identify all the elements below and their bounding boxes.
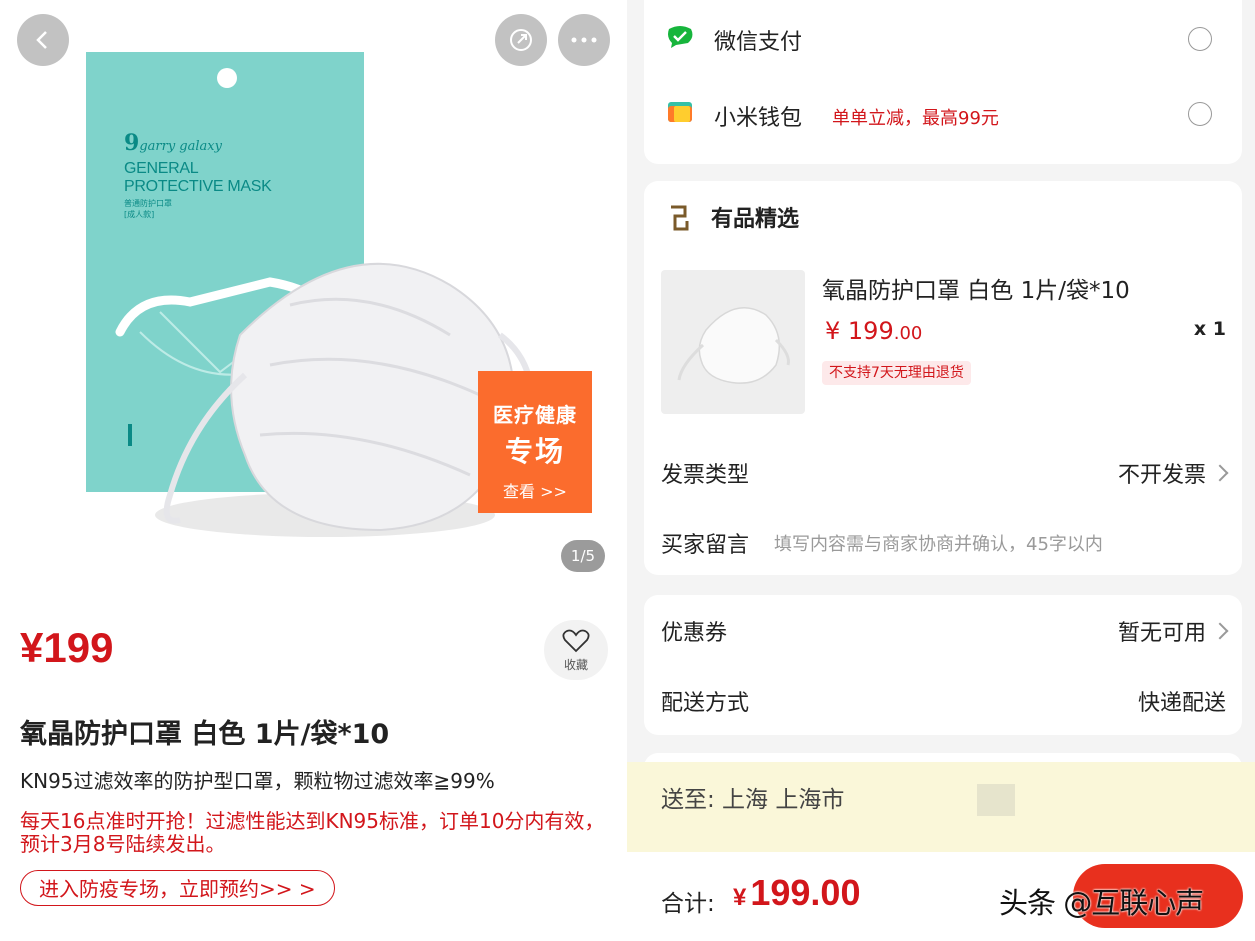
- badge-line1: 医疗健康: [493, 403, 577, 427]
- ship-to-address: 送至: 上海 上海市: [661, 787, 845, 813]
- total-label: 合计:: [661, 891, 715, 917]
- ship-to-bar[interactable]: 送至: 上海 上海市: [627, 762, 1255, 852]
- redacted-block: [977, 784, 1015, 816]
- package-title: GENERAL PROTECTIVE MASK: [124, 160, 272, 195]
- order-item-quantity: x 1: [1193, 318, 1226, 340]
- mi-wallet-promo: 单单立减，最高99元: [832, 108, 999, 129]
- invoice-label: 发票类型: [661, 463, 750, 488]
- checkout-panel: 微信支付 小米钱包 单单立减，最高99元 有品精选 氧晶防护口罩 白色 1片/袋…: [627, 0, 1255, 941]
- coupon-delivery-card: 优惠券 暂无可用 配送方式 快递配送: [644, 595, 1242, 735]
- product-description: KN95过滤效率的防护型口罩，颗粒物过滤效率≧99%: [20, 769, 495, 793]
- delivery-row: 配送方式 快递配送: [644, 673, 1242, 727]
- favorite-button[interactable]: 收藏: [544, 620, 608, 680]
- badge-line2: 专场: [504, 435, 565, 468]
- buyer-message-input[interactable]: 填写内容需与商家协商并确认，45字以内: [774, 530, 1103, 556]
- order-item-title: 氧晶防护口罩 白色 1片/袋*10: [822, 278, 1130, 304]
- payment-label: 微信支付: [714, 30, 803, 55]
- favorite-label: 收藏: [563, 658, 588, 672]
- payment-option-wechat[interactable]: 微信支付: [644, 0, 1242, 74]
- chevron-left-icon: [36, 31, 47, 49]
- share-icon: [510, 29, 532, 51]
- coupon-row[interactable]: 优惠券 暂无可用: [644, 603, 1242, 657]
- buyer-message-label: 买家留言: [661, 533, 750, 558]
- checkout-bar: 合计: ¥199.00 头条 @互联心声: [627, 852, 1255, 941]
- product-price: ¥199: [20, 624, 114, 671]
- watermark-text: 头条 @互联心声: [999, 886, 1204, 920]
- order-card: 有品精选 氧晶防护口罩 白色 1片/袋*10 ¥ 199.00 x 1 不支持7…: [644, 181, 1242, 575]
- package-stripe: [128, 424, 132, 446]
- youpin-store-icon: [671, 205, 689, 231]
- medical-health-badge[interactable]: 医疗健康 专场 查看 >>: [478, 371, 592, 513]
- package-subtitle: 普通防护口罩 [成人款]: [124, 199, 172, 219]
- chevron-right-icon: [1211, 622, 1229, 640]
- mi-wallet-radio[interactable]: [1188, 102, 1212, 126]
- image-pager: 1/5: [561, 540, 605, 572]
- delivery-value: 快递配送: [1137, 691, 1226, 716]
- payment-methods-card: 微信支付 小米钱包 单单立减，最高99元: [644, 0, 1242, 164]
- mask-thumbnail-image: [677, 307, 790, 384]
- wechat-radio[interactable]: [1188, 27, 1212, 51]
- more-dots-icon: [571, 37, 597, 43]
- invoice-value: 不开发票: [1118, 457, 1229, 489]
- mi-wallet-icon: [668, 102, 692, 122]
- product-thumbnail[interactable]: [661, 270, 805, 414]
- heart-icon: [562, 629, 590, 653]
- package-hang-hole: [217, 68, 237, 88]
- payment-label: 小米钱包: [714, 106, 803, 131]
- promo-text: 每天16点准时开抢！过滤性能达到KN95标准，订单10分内有效，预计3月8号陆续…: [20, 809, 605, 856]
- coupon-label: 优惠券: [661, 621, 728, 646]
- share-button[interactable]: [495, 14, 547, 66]
- no-return-tag: 不支持7天无理由退货: [822, 361, 971, 385]
- back-button[interactable]: [17, 14, 69, 66]
- wechat-pay-icon: [668, 26, 693, 48]
- payment-option-mi-wallet[interactable]: 小米钱包 单单立减，最高99元: [644, 74, 1242, 148]
- product-gallery[interactable]: 9garry galaxy GENERAL PROTECTIVE MASK 普通…: [0, 0, 627, 600]
- product-title: 氧晶防护口罩 白色 1片/袋*10: [20, 719, 390, 750]
- invoice-row[interactable]: 发票类型 不开发票: [644, 447, 1242, 495]
- coupon-value: 暂无可用: [1118, 615, 1229, 647]
- delivery-label: 配送方式: [661, 691, 750, 716]
- store-name: 有品精选: [711, 207, 800, 232]
- total-amount: ¥199.00: [733, 872, 861, 913]
- more-button[interactable]: [558, 14, 610, 66]
- chevron-right-icon: [1211, 464, 1229, 482]
- package-brand: 9garry galaxy: [124, 130, 222, 156]
- order-item-price: ¥ 199.00: [825, 317, 923, 345]
- product-detail-panel: 9garry galaxy GENERAL PROTECTIVE MASK 普通…: [0, 0, 627, 941]
- enter-special-zone-button[interactable]: 进入防疫专场，立即预约>> >: [20, 870, 335, 906]
- badge-link: 查看 >>: [503, 482, 567, 501]
